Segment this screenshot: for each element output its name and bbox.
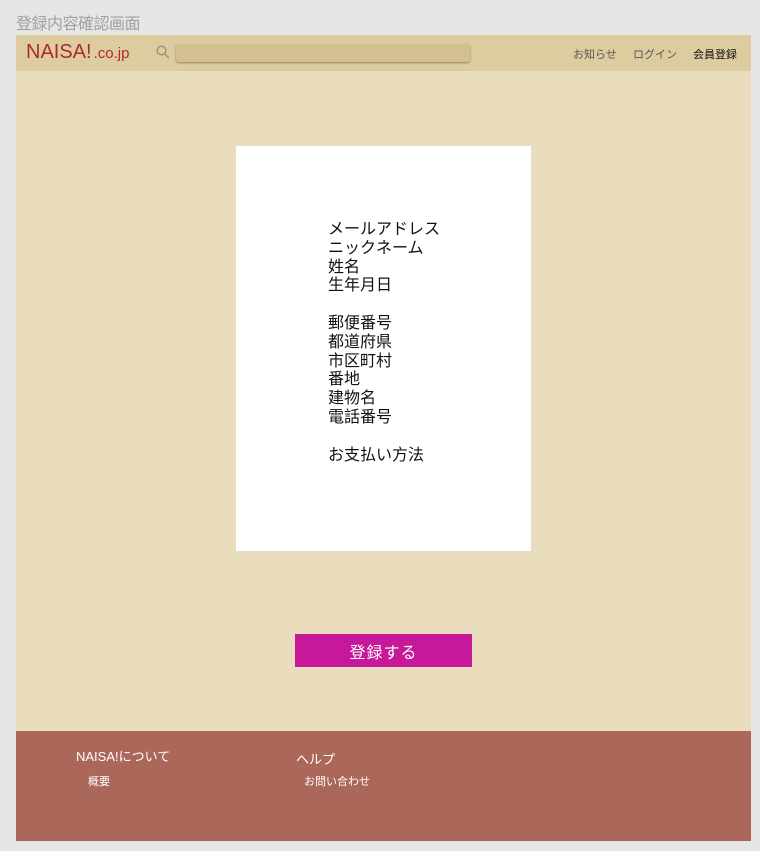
register-button[interactable]: 登録する: [295, 634, 472, 667]
page-frame: NAISA! .co.jp お知らせ ログイン 会員登録 メールアドレス ニックネ…: [16, 35, 751, 841]
nav-login-link[interactable]: ログイン: [633, 46, 677, 62]
field-birthdate-label: 生年月日: [328, 277, 393, 295]
field-prefecture-label: 都道府県: [328, 333, 393, 351]
field-spacer: [328, 428, 440, 447]
field-payment-method-label: お支払い方法: [328, 446, 425, 464]
field-nickname-label: ニックネーム: [328, 239, 424, 257]
field-postal-code-label: 郵便番号: [328, 314, 393, 332]
site-header: NAISA! .co.jp お知らせ ログイン 会員登録: [16, 35, 751, 71]
footer-overview-link[interactable]: 概要: [88, 773, 110, 789]
confirmation-card: メールアドレス ニックネーム 姓名 生年月日 郵便番号 都道府県 市区町村 番地…: [236, 146, 531, 551]
field-street-label: 番地: [328, 371, 361, 389]
field-city-label: 市区町村: [328, 352, 393, 370]
field-phone-label: 電話番号: [328, 408, 393, 426]
nav-register-link[interactable]: 会員登録: [693, 46, 737, 62]
field-full-name-label: 姓名: [328, 258, 361, 276]
footer-about-heading: NAISA!について: [76, 749, 171, 764]
field-email-label: メールアドレス: [328, 221, 441, 238]
search-input[interactable]: [176, 44, 470, 62]
field-building-label: 建物名: [328, 390, 377, 408]
field-spacer: [328, 296, 440, 315]
logo-text: NAISA!: [26, 41, 92, 63]
site-logo[interactable]: NAISA! .co.jp: [26, 41, 129, 64]
screen-title: 登録内容確認画面: [16, 14, 141, 33]
confirmation-field-list: メールアドレス ニックネーム 姓名 生年月日 郵便番号 都道府県 市区町村 番地…: [328, 221, 440, 465]
footer-help-heading: ヘルプ: [296, 752, 336, 767]
logo-tld: .co.jp: [93, 45, 130, 62]
footer-contact-link[interactable]: お問い合わせ: [304, 773, 370, 789]
nav-news-link[interactable]: お知らせ: [573, 46, 617, 62]
search-icon[interactable]: [156, 45, 170, 59]
site-footer: NAISA!について 概要 ヘルプ お問い合わせ: [16, 731, 751, 841]
